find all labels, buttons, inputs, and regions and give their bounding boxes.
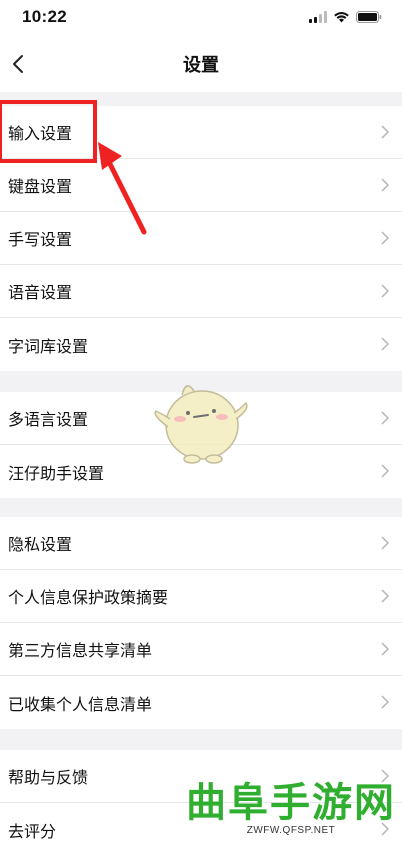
chevron-right-icon (381, 231, 390, 245)
settings-item-label: 键盘设置 (8, 177, 73, 196)
chevron-right-icon (381, 411, 390, 425)
settings-item-privacy-policy[interactable]: 个人信息保护政策摘要 (0, 570, 402, 623)
chevron-right-icon (381, 642, 390, 656)
watermark-url: ZWFW.QFSP.NET (246, 825, 336, 836)
settings-item-label: 个人信息保护政策摘要 (8, 588, 169, 607)
status-bar: 10:22 (0, 0, 402, 36)
settings-item-label: 已收集个人信息清单 (8, 694, 153, 714)
settings-item-privacy[interactable]: 隐私设置 (0, 517, 402, 570)
settings-item-keyboard[interactable]: 键盘设置 (0, 159, 402, 212)
chevron-right-icon (381, 337, 390, 351)
watermark: 曲阜手游网 ZWFW.QFSP.NET (186, 781, 396, 836)
settings-item-label: 汪仔助手设置 (8, 463, 105, 483)
mascot-icon (154, 385, 248, 464)
settings-item-label: 手写设置 (8, 230, 73, 249)
settings-item-label: 帮助与反馈 (8, 768, 89, 787)
signal-icon (309, 11, 327, 23)
settings-item-voice[interactable]: 语音设置 (0, 265, 402, 318)
settings-item-dictionary[interactable]: 字词库设置 (0, 318, 402, 371)
chevron-right-icon (381, 695, 390, 709)
settings-item-label: 第三方信息共享清单 (8, 641, 153, 660)
chevron-right-icon (381, 125, 390, 139)
settings-item-third-party[interactable]: 第三方信息共享清单 (0, 623, 402, 676)
watermark-title: 曲阜手游网 (186, 780, 396, 826)
wifi-icon (334, 12, 349, 23)
annotation-highlight-box (0, 100, 97, 163)
status-icons (309, 11, 382, 23)
settings-item-collected-info[interactable]: 已收集个人信息清单 (0, 676, 402, 729)
settings-item-label: 多语言设置 (8, 410, 89, 429)
chevron-right-icon (381, 589, 390, 603)
settings-item-label: 字词库设置 (8, 336, 89, 356)
chevron-right-icon (381, 536, 390, 550)
chevron-right-icon (381, 464, 390, 478)
settings-item-label: 语音设置 (8, 283, 73, 302)
chevron-right-icon (381, 178, 390, 192)
nav-bar: 设置 (0, 36, 402, 92)
annotation-arrow-icon (98, 142, 147, 235)
settings-item-handwriting[interactable]: 手写设置 (0, 212, 402, 265)
status-time: 10:22 (22, 7, 67, 26)
settings-group-privacy: 隐私设置 个人信息保护政策摘要 第三方信息共享清单 已收集个人信息清单 (0, 517, 402, 729)
page-title: 设置 (183, 55, 219, 76)
battery-icon (356, 11, 382, 23)
chevron-right-icon (381, 284, 390, 298)
settings-item-label: 隐私设置 (8, 535, 73, 554)
